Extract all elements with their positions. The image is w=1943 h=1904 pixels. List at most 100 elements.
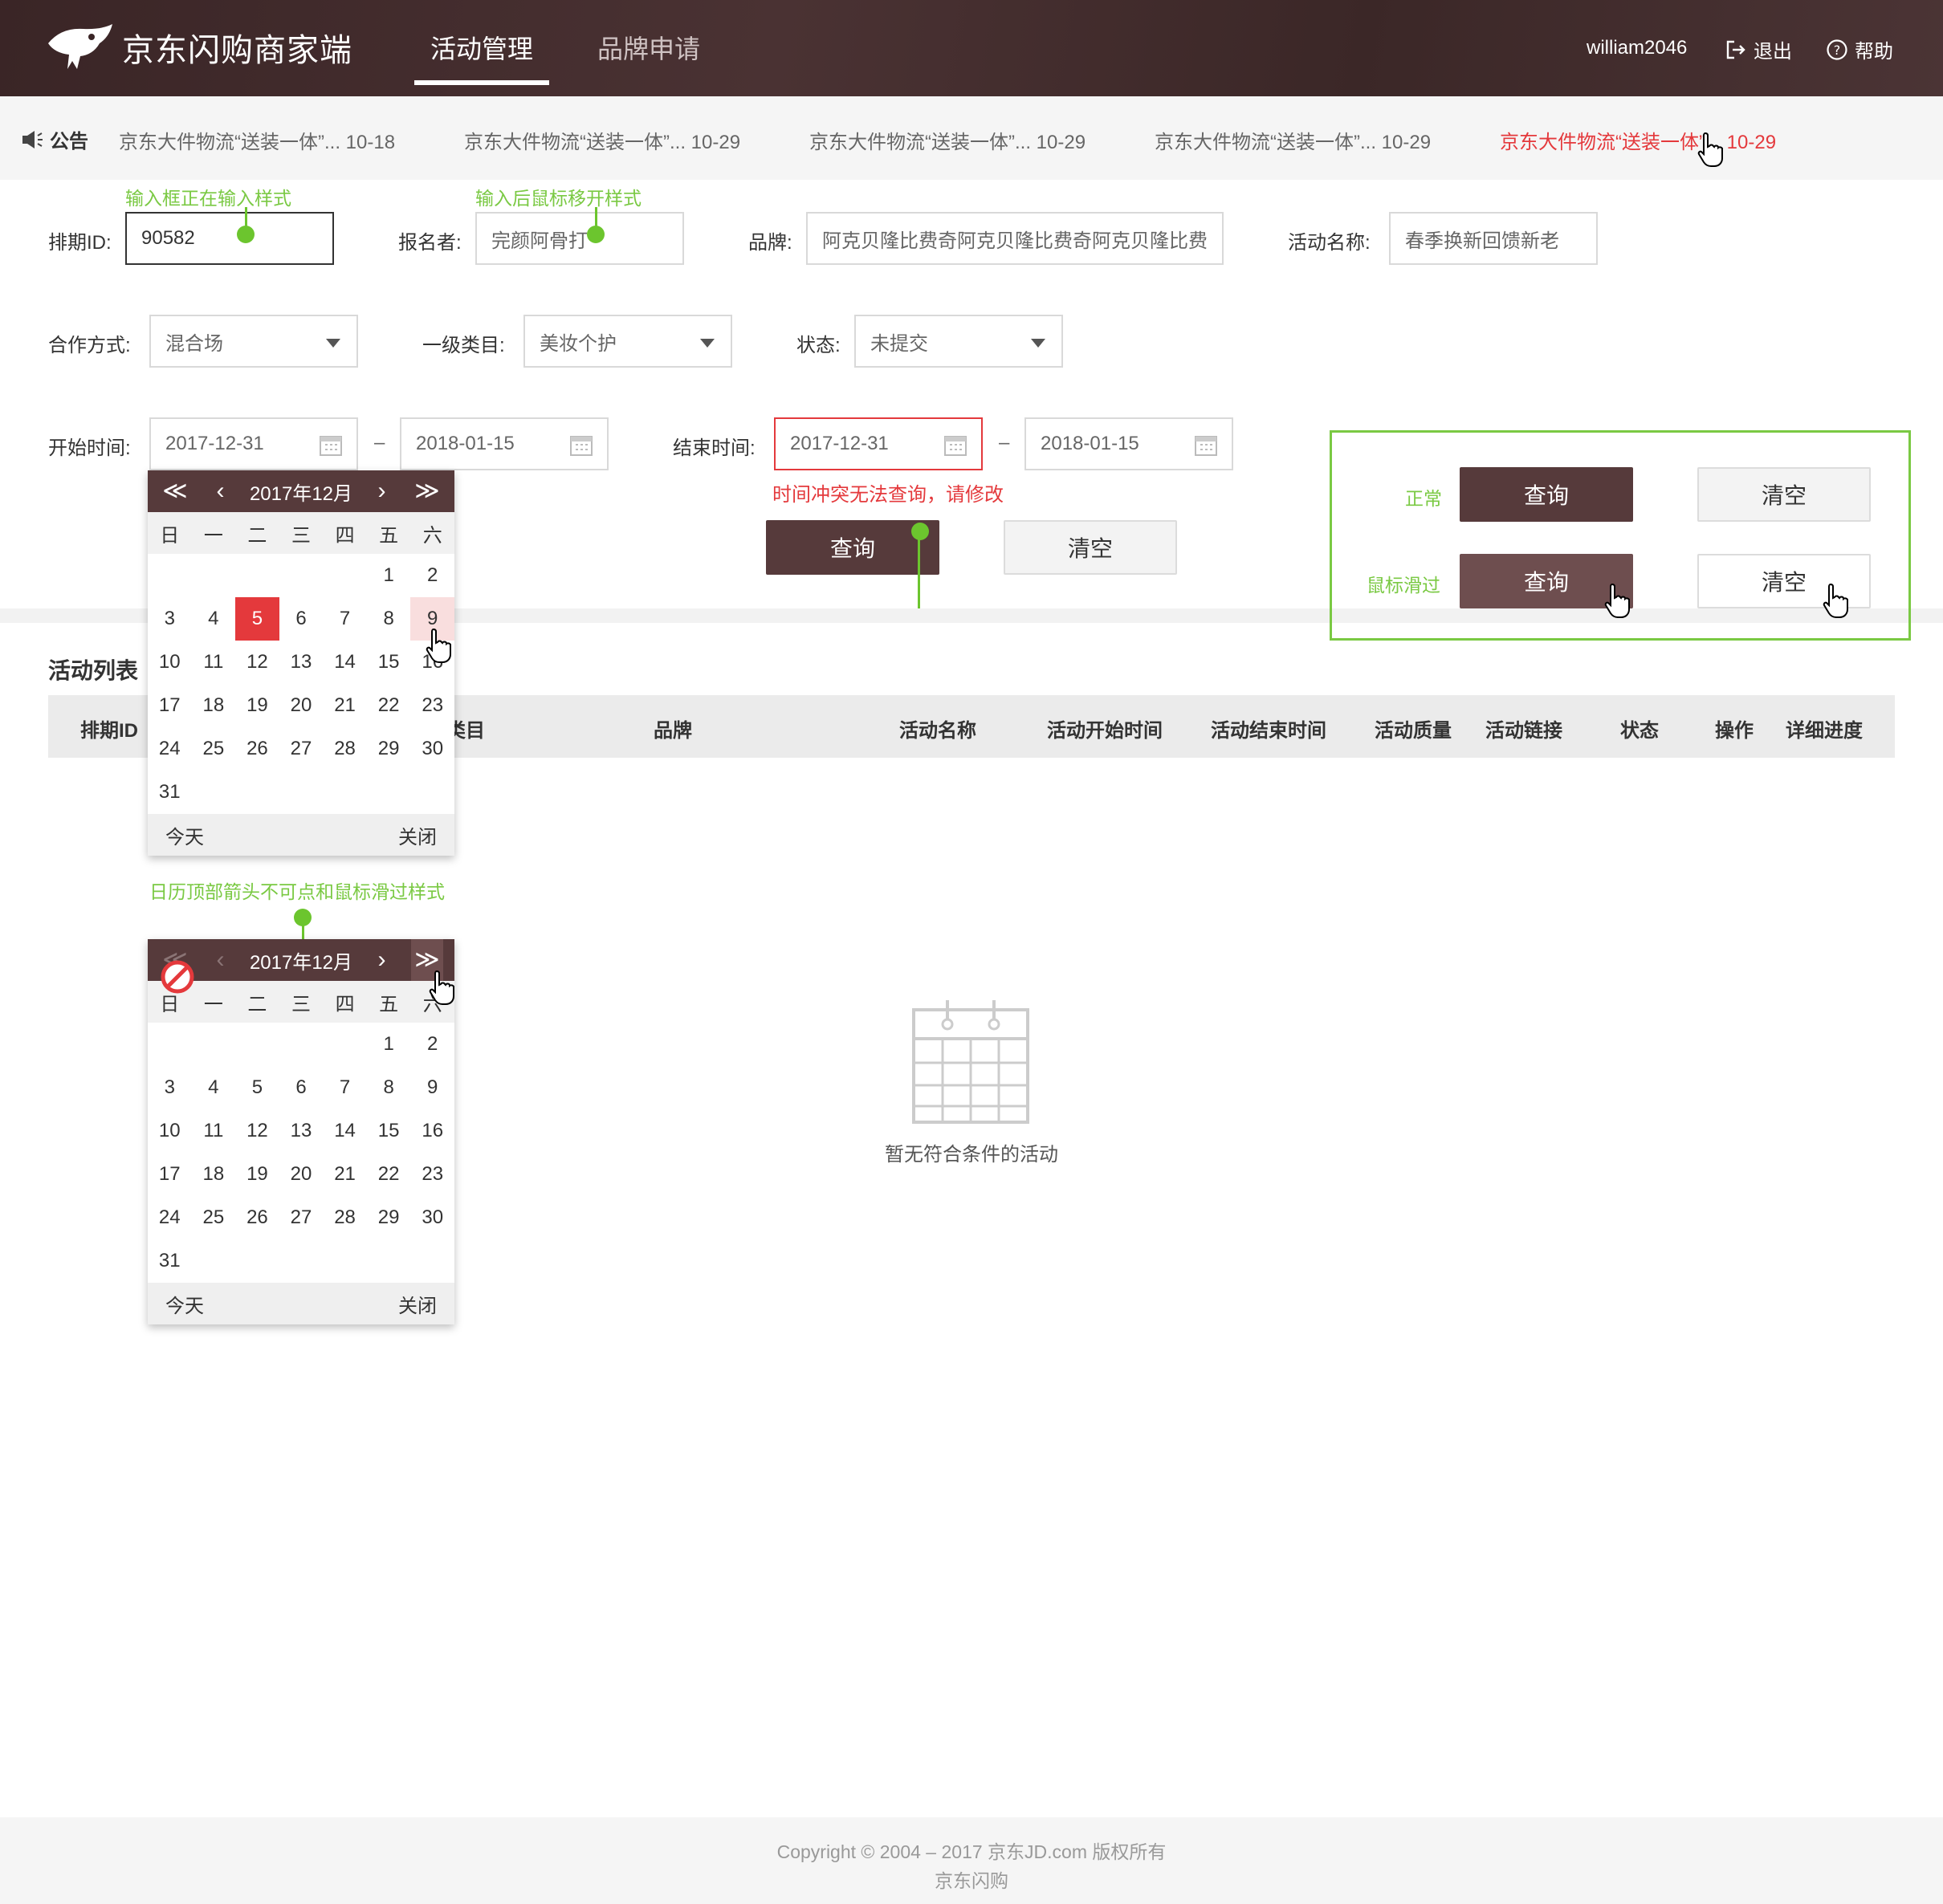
calendar-day[interactable]: 2 — [410, 1023, 454, 1066]
calendar-day[interactable]: 19 — [235, 684, 279, 727]
calendar-day[interactable]: 11 — [192, 1109, 236, 1153]
calendar-day[interactable]: 28 — [323, 727, 367, 771]
notice-item[interactable]: 京东大件物流“送装一体”... 10-29 — [1155, 126, 1431, 154]
brand-input[interactable]: 阿克贝隆比费奇阿克贝隆比费奇阿克贝隆比费 — [806, 212, 1224, 265]
calendar-day[interactable]: 12 — [235, 1109, 279, 1153]
nav-activity-management[interactable]: 活动管理 — [430, 29, 533, 66]
calendar-day[interactable]: 31 — [148, 1239, 192, 1283]
calendar-day[interactable]: 20 — [279, 684, 324, 727]
calendar-day[interactable]: 16 — [410, 1109, 454, 1153]
calendar-day[interactable]: 21 — [323, 684, 367, 727]
calendar-day[interactable]: 6 — [279, 1066, 324, 1109]
calendar-day[interactable]: 9 — [410, 1066, 454, 1109]
start-date-from[interactable]: 2017-12-31 — [149, 417, 358, 470]
calendar-day-empty — [279, 1023, 324, 1066]
calendar-day[interactable]: 5 — [235, 1066, 279, 1109]
username[interactable]: william2046 — [1587, 37, 1687, 59]
cooperation-select[interactable]: 混合场 — [149, 315, 358, 368]
calendar-day[interactable]: 15 — [367, 1109, 411, 1153]
calendar-day[interactable]: 10 — [148, 1109, 192, 1153]
calendar-day[interactable]: 23 — [410, 684, 454, 727]
end-date-to[interactable]: 2018-01-15 — [1024, 417, 1233, 470]
schedule-id-input[interactable]: 90582 — [125, 212, 334, 265]
calendar-day[interactable]: 7 — [323, 1066, 367, 1109]
calendar-day[interactable]: 23 — [410, 1153, 454, 1196]
calendar-day[interactable]: 24 — [148, 727, 192, 771]
calendar-day[interactable]: 7 — [323, 597, 367, 641]
nav-brand-application[interactable]: 品牌申请 — [597, 29, 700, 66]
calendar-day[interactable]: 1 — [367, 554, 411, 597]
calendar-day[interactable]: 25 — [192, 1196, 236, 1239]
calendar-day[interactable]: 24 — [148, 1196, 192, 1239]
category-select[interactable]: 美妆个护 — [523, 315, 732, 368]
next-month-button[interactable]: › — [366, 470, 398, 512]
start-date-to[interactable]: 2018-01-15 — [400, 417, 609, 470]
calendar-day[interactable]: 15 — [367, 641, 411, 684]
calendar-day[interactable]: 12 — [235, 641, 279, 684]
calendar-day[interactable]: 29 — [367, 1196, 411, 1239]
notice-item[interactable]: 京东大件物流“送装一体”... 10-29 — [809, 126, 1086, 154]
calendar-day[interactable]: 14 — [323, 1109, 367, 1153]
calendar-day[interactable]: 8 — [367, 1066, 411, 1109]
today-button[interactable]: 今天 — [165, 821, 204, 849]
calendar-day[interactable]: 22 — [367, 684, 411, 727]
calendar-day[interactable]: 18 — [192, 684, 236, 727]
activity-name-input[interactable]: 春季换新回馈新老 — [1389, 212, 1598, 265]
calendar-day[interactable]: 19 — [235, 1153, 279, 1196]
calendar-day[interactable]: 13 — [279, 641, 324, 684]
clear-button[interactable]: 清空 — [1004, 520, 1177, 575]
calendar-day[interactable]: 3 — [148, 597, 192, 641]
notice-item[interactable]: 京东大件物流“送装一体”... 10-18 — [119, 126, 395, 154]
close-button[interactable]: 关闭 — [398, 821, 437, 849]
close-button[interactable]: 关闭 — [398, 1290, 437, 1318]
calendar-day[interactable]: 28 — [323, 1196, 367, 1239]
calendar-day-empty — [192, 1023, 236, 1066]
calendar-day[interactable]: 13 — [279, 1109, 324, 1153]
calendar-day[interactable]: 26 — [235, 1196, 279, 1239]
column-header: 操作 — [1715, 720, 1754, 742]
calendar-day[interactable]: 4 — [192, 1066, 236, 1109]
today-button[interactable]: 今天 — [165, 1290, 204, 1318]
calendar-day-empty — [323, 1023, 367, 1066]
help-link[interactable]: ? 帮助 — [1826, 35, 1893, 63]
calendar-day[interactable]: 25 — [192, 727, 236, 771]
calendar-day[interactable]: 27 — [279, 727, 324, 771]
next-year-button[interactable]: ≫ — [411, 470, 443, 512]
calendar-day[interactable]: 18 — [192, 1153, 236, 1196]
column-header: 状态 — [1620, 720, 1659, 742]
calendar-day-selected[interactable]: 5 — [235, 597, 279, 641]
calendar-day[interactable]: 3 — [148, 1066, 192, 1109]
calendar-day[interactable]: 26 — [235, 727, 279, 771]
calendar-day[interactable]: 10 — [148, 641, 192, 684]
calendar-day[interactable]: 31 — [148, 771, 192, 814]
notice-item-hovered[interactable]: 京东大件物流“送装一体”... 10-29 — [1500, 126, 1776, 154]
calendar-day[interactable]: 27 — [279, 1196, 324, 1239]
footer-site-name: 京东闪购 — [935, 1870, 1008, 1891]
calendar-day[interactable]: 21 — [323, 1153, 367, 1196]
next-month-button[interactable]: › — [366, 939, 398, 981]
demo-query-button[interactable]: 查询 — [1460, 467, 1633, 522]
prev-year-button[interactable]: ≪ — [159, 470, 191, 512]
calendar-day[interactable]: 8 — [367, 597, 411, 641]
calendar-day[interactable]: 30 — [410, 727, 454, 771]
calendar-day[interactable]: 17 — [148, 1153, 192, 1196]
prev-month-button[interactable]: ‹ — [204, 470, 236, 512]
calendar-day[interactable]: 17 — [148, 684, 192, 727]
applicant-input[interactable]: 完颜阿骨打 — [475, 212, 684, 265]
calendar-day[interactable]: 11 — [192, 641, 236, 684]
calendar-day[interactable]: 2 — [410, 554, 454, 597]
demo-clear-button[interactable]: 清空 — [1697, 467, 1871, 522]
end-date-from[interactable]: 2017-12-31 — [774, 417, 983, 470]
calendar-day[interactable]: 22 — [367, 1153, 411, 1196]
calendar-day[interactable]: 14 — [323, 641, 367, 684]
prev-month-button-disabled[interactable]: ‹ — [204, 939, 236, 981]
notice-item[interactable]: 京东大件物流“送装一体”... 10-29 — [464, 126, 740, 154]
calendar-day[interactable]: 6 — [279, 597, 324, 641]
calendar-day[interactable]: 29 — [367, 727, 411, 771]
calendar-day[interactable]: 1 — [367, 1023, 411, 1066]
calendar-day[interactable]: 4 — [192, 597, 236, 641]
logout-link[interactable]: 退出 — [1725, 35, 1792, 63]
calendar-day[interactable]: 30 — [410, 1196, 454, 1239]
status-select[interactable]: 未提交 — [854, 315, 1063, 368]
calendar-day[interactable]: 20 — [279, 1153, 324, 1196]
